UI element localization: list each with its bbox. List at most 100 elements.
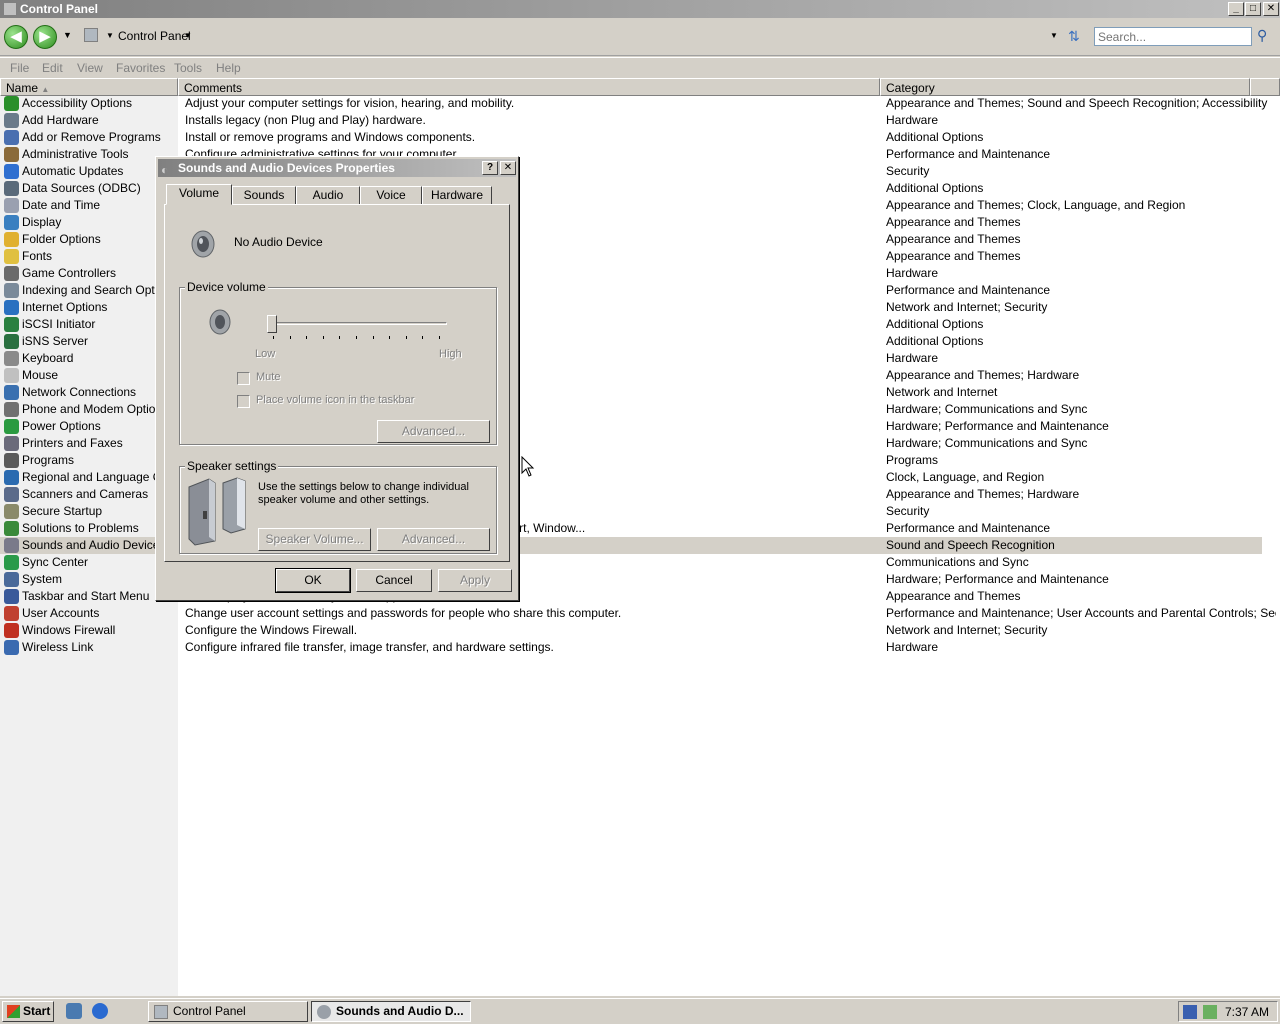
- item-comment: Configure the Windows Firewall.: [185, 623, 358, 637]
- list-item[interactable]: Windows Firewall Configure the Windows Fi…: [0, 622, 1280, 639]
- window-title-bar[interactable]: Control Panel _ □ ✕: [0, 0, 1280, 18]
- slider-tick: [306, 336, 308, 339]
- speaker-advanced-button[interactable]: Advanced...: [377, 528, 490, 551]
- menu-file[interactable]: File: [10, 61, 29, 75]
- item-icon: [4, 181, 19, 196]
- list-item[interactable]: Accessibility Options Adjust your compute…: [0, 95, 1280, 112]
- maximize-button[interactable]: □: [1245, 2, 1261, 16]
- taskbar-sounds-dialog[interactable]: Sounds and Audio D...: [311, 1001, 471, 1022]
- speaker-settings-label: Speaker settings: [185, 459, 279, 473]
- volume-slider-thumb[interactable]: [267, 315, 277, 333]
- column-header-name-label: Name: [6, 81, 39, 95]
- item-name: Mouse: [22, 368, 59, 382]
- breadcrumb-control-panel[interactable]: Control Panel: [118, 29, 191, 43]
- volume-high-label: High: [439, 348, 462, 360]
- tray-status-icon[interactable]: [1203, 1005, 1217, 1019]
- recent-pages-dropdown-icon[interactable]: ▼: [63, 30, 72, 40]
- column-header-category[interactable]: Category: [880, 78, 1250, 96]
- column-header-comments[interactable]: Comments: [178, 78, 880, 96]
- item-category: Network and Internet; Security: [886, 623, 1048, 637]
- item-name: Sounds and Audio Devices: [22, 538, 166, 552]
- address-bar[interactable]: ▼ Control Panel ▼ ▼: [82, 26, 1062, 46]
- item-category: Appearance and Themes: [886, 589, 1021, 603]
- item-icon: [4, 147, 19, 162]
- menu-edit[interactable]: Edit: [42, 61, 63, 75]
- slider-tick: [339, 336, 341, 339]
- item-name: Internet Options: [22, 300, 108, 314]
- ok-button[interactable]: OK: [275, 568, 351, 593]
- breadcrumb-dropdown-icon[interactable]: ▼: [184, 31, 192, 40]
- taskbar: Start Control Panel Sounds and Audio D..…: [0, 998, 1280, 1024]
- item-icon: [4, 113, 19, 128]
- item-icon: [4, 368, 19, 383]
- tab-hardware[interactable]: Hardware: [422, 186, 492, 205]
- volume-advanced-button[interactable]: Advanced...: [377, 420, 490, 443]
- item-category: Performance and Maintenance: [886, 521, 1051, 535]
- taskbar-icon-checkbox[interactable]: [237, 395, 250, 408]
- item-name: Sync Center: [22, 555, 89, 569]
- slider-tick: [422, 336, 424, 339]
- item-icon: [4, 623, 19, 638]
- item-icon: [4, 470, 19, 485]
- menu-favorites[interactable]: Favorites: [116, 61, 165, 75]
- tab-volume[interactable]: Volume: [166, 184, 232, 205]
- item-icon: [4, 266, 19, 281]
- item-category: Hardware: [886, 351, 939, 365]
- sounds-task-icon: [317, 1005, 331, 1019]
- item-name: Display: [22, 215, 62, 229]
- item-icon: [4, 538, 19, 553]
- item-name: Data Sources (ODBC): [22, 181, 141, 195]
- slider-tick: [372, 336, 374, 339]
- menu-view[interactable]: View: [77, 61, 103, 75]
- windows-logo-icon: [7, 1005, 20, 1018]
- list-item[interactable]: User Accounts Change user account setting…: [0, 605, 1280, 622]
- back-button[interactable]: ◀: [4, 25, 28, 49]
- speaker-volume-button[interactable]: Speaker Volume...: [258, 528, 371, 551]
- list-item[interactable]: Add or Remove Programs Install or remove …: [0, 129, 1280, 146]
- menu-help[interactable]: Help: [216, 61, 241, 75]
- taskbar-control-panel[interactable]: Control Panel: [148, 1001, 308, 1022]
- address-dropdown-icon[interactable]: ▼: [1050, 31, 1058, 40]
- mute-label: Mute: [256, 371, 281, 383]
- system-tray: 7:37 AM: [1178, 1001, 1278, 1022]
- list-item[interactable]: Add Hardware Installs legacy (non Plug an…: [0, 112, 1280, 129]
- tab-sounds[interactable]: Sounds: [232, 186, 296, 205]
- quick-launch-ie-icon[interactable]: [92, 1003, 108, 1019]
- start-button[interactable]: Start: [2, 1001, 54, 1022]
- dialog-help-button[interactable]: ?: [482, 161, 498, 175]
- breadcrumb-arrow-icon[interactable]: ▼: [106, 31, 114, 40]
- apply-button[interactable]: Apply: [438, 569, 512, 592]
- speaker-small-icon: ◐: [161, 163, 169, 177]
- list-item[interactable]: Wireless Link Configure infrared file tra…: [0, 639, 1280, 656]
- address-toolbar: ◀ ▶ ▼ ▼ Control Panel ▼ ▼ ⇅ ⚲: [0, 18, 1280, 56]
- item-category: Hardware; Communications and Sync: [886, 402, 1088, 416]
- dialog-title-bar[interactable]: ◐ Sounds and Audio Devices Properties ? …: [158, 159, 516, 177]
- close-button[interactable]: ✕: [1263, 2, 1279, 16]
- forward-button[interactable]: ▶: [33, 25, 57, 49]
- dialog-close-button[interactable]: ✕: [500, 161, 516, 175]
- mute-checkbox[interactable]: [237, 372, 250, 385]
- item-icon: [4, 504, 19, 519]
- search-input[interactable]: [1094, 27, 1252, 46]
- tab-voice[interactable]: Voice: [360, 186, 422, 205]
- volume-slider-track[interactable]: [269, 322, 447, 325]
- cancel-button[interactable]: Cancel: [356, 569, 432, 592]
- slider-tick: [389, 336, 391, 339]
- network-status-icon[interactable]: [1183, 1005, 1197, 1019]
- window-title: Control Panel: [20, 2, 99, 16]
- taskbar-icon-label: Place volume icon in the taskbar: [256, 394, 415, 406]
- start-label: Start: [23, 1004, 51, 1018]
- item-icon: [4, 453, 19, 468]
- column-header-name[interactable]: Name ▲: [0, 78, 178, 96]
- item-name: Solutions to Problems: [22, 521, 139, 535]
- quick-launch-explorer-icon[interactable]: [66, 1003, 82, 1019]
- menu-tools[interactable]: Tools: [174, 61, 202, 75]
- item-icon: [4, 249, 19, 264]
- item-icon: [4, 164, 19, 179]
- search-icon[interactable]: ⚲: [1257, 27, 1267, 44]
- item-category: Security: [886, 164, 930, 178]
- minimize-button[interactable]: _: [1228, 2, 1244, 16]
- refresh-icon[interactable]: ⇅: [1068, 28, 1080, 45]
- tab-audio[interactable]: Audio: [296, 186, 360, 205]
- column-header-filler: [1250, 78, 1280, 96]
